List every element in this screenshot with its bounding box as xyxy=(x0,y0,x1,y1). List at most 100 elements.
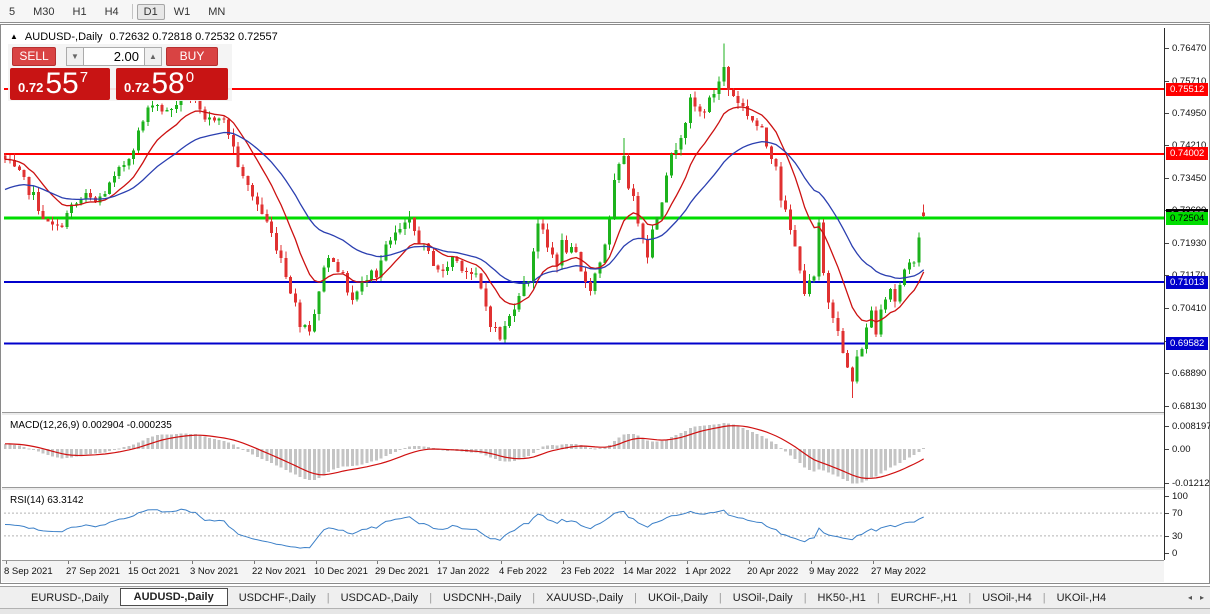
time-axis-tick xyxy=(6,561,7,564)
axis-tick-mark xyxy=(1165,373,1169,374)
one-click-trade-panel: SELL ▼ ▲ BUY 0.72 55 7 0.72 58 0 xyxy=(8,44,232,101)
sell-price-box[interactable]: 0.72 55 7 xyxy=(10,68,110,100)
volume-input[interactable] xyxy=(84,47,144,66)
buy-price-point: 0 xyxy=(185,69,195,86)
axis-tick-mark xyxy=(1165,449,1169,450)
rsi-tick-label: 70 xyxy=(1172,508,1183,519)
date-label: 27 Sep 2021 xyxy=(66,566,120,577)
chart-tab-audusd[interactable]: AUDUSD-,Daily xyxy=(119,588,228,606)
axis-tick-mark xyxy=(1165,406,1169,407)
rsi-tick-label: 100 xyxy=(1172,491,1188,502)
timeframe-button-w1[interactable]: W1 xyxy=(165,4,200,20)
timeframe-button-h1[interactable]: H1 xyxy=(64,4,96,20)
rsi-pane[interactable] xyxy=(4,492,1164,560)
time-axis-tick xyxy=(439,561,440,564)
time-axis: 8 Sep 2021 27 Sep 2021 15 Oct 2021 3 Nov 20… xyxy=(2,560,1164,582)
pane-divider[interactable] xyxy=(2,412,1208,416)
time-axis-tick xyxy=(192,561,193,564)
macd-tick-label: 0.008197 xyxy=(1172,421,1210,432)
chart-tab-ukoil[interactable]: UKOil-,H4 xyxy=(1046,590,1118,606)
axis-tick-mark xyxy=(1165,553,1169,554)
axis-tick-mark xyxy=(1165,536,1169,537)
price-level-badge: 0.74002 xyxy=(1166,147,1208,160)
date-label: 3 Nov 2021 xyxy=(190,566,239,577)
axis-tick-mark xyxy=(1165,483,1169,484)
price-tick-label: 0.68890 xyxy=(1172,368,1207,379)
time-axis-tick xyxy=(625,561,626,564)
volume-increase-button[interactable]: ▲ xyxy=(144,47,162,66)
time-axis-tick xyxy=(68,561,69,564)
macd-tick-label: -0.012121 xyxy=(1172,478,1210,489)
chart-tab-usdchf[interactable]: USDCHF-,Daily xyxy=(228,590,327,606)
timeframe-button-mn[interactable]: MN xyxy=(199,4,234,20)
buy-button[interactable]: BUY xyxy=(166,47,218,66)
price-tick-label: 0.76470 xyxy=(1172,43,1207,54)
date-label: 29 Dec 2021 xyxy=(375,566,429,577)
chart-tab-usdcad[interactable]: USDCAD-,Daily xyxy=(330,590,430,606)
date-label: 17 Jan 2022 xyxy=(437,566,490,577)
axis-tick-mark xyxy=(1165,81,1169,82)
timeframe-button-d1[interactable]: D1 xyxy=(136,3,165,20)
chart-tab-eurusd[interactable]: EURUSD-,Daily xyxy=(20,590,120,606)
time-axis-tick xyxy=(254,561,255,564)
price-axis: 0.764700.757100.749500.742100.734500.726… xyxy=(1164,28,1210,560)
sell-button[interactable]: SELL xyxy=(12,47,56,66)
chart-tab-usdcnh[interactable]: USDCNH-,Daily xyxy=(432,590,532,606)
chart-tab-hk50[interactable]: HK50-,H1 xyxy=(807,590,877,606)
buy-price-pips: 58 xyxy=(151,67,185,100)
axis-tick-mark xyxy=(1165,243,1169,244)
axis-tick-mark xyxy=(1165,178,1169,179)
price-level-badge: 0.71013 xyxy=(1166,276,1208,289)
date-label: 4 Feb 2022 xyxy=(499,566,548,577)
axis-tick-mark xyxy=(1165,426,1169,427)
time-axis-tick xyxy=(749,561,750,564)
axis-tick-mark xyxy=(1165,496,1169,497)
timeframe-button-h4[interactable]: H4 xyxy=(96,4,128,20)
date-label: 22 Nov 2021 xyxy=(252,566,306,577)
time-axis-tick xyxy=(130,561,131,564)
timeframe-button-5[interactable]: 5 xyxy=(0,4,24,20)
chart-header: ▲ AUDUSD-,Daily 0.72632 0.72818 0.72532 … xyxy=(10,31,278,43)
time-axis-tick xyxy=(501,561,502,564)
chevron-up-icon: ▲ xyxy=(149,52,157,61)
tab-scroll-left-icon[interactable]: ◂ xyxy=(1188,593,1192,602)
price-level-badge: 0.69582 xyxy=(1166,337,1208,350)
date-label: 10 Dec 2021 xyxy=(314,566,368,577)
chart-tab-xauusd[interactable]: XAUUSD-,Daily xyxy=(535,590,634,606)
date-label: 8 Sep 2021 xyxy=(4,566,53,577)
tab-scroll-right-icon[interactable]: ▸ xyxy=(1200,593,1204,602)
macd-pane[interactable] xyxy=(4,417,1164,487)
time-axis-tick xyxy=(811,561,812,564)
date-label: 20 Apr 2022 xyxy=(747,566,799,577)
buy-price-prefix: 0.72 xyxy=(124,80,150,95)
chart-tab-usoil[interactable]: USOil-,Daily xyxy=(722,590,804,606)
date-label: 23 Feb 2022 xyxy=(561,566,615,577)
rsi-tick-label: 30 xyxy=(1172,531,1183,542)
pane-divider[interactable] xyxy=(2,487,1208,491)
chart-tab-bar: EURUSD-,Daily AUDUSD-,Daily USDCHF-,Daily |… xyxy=(0,586,1210,608)
time-axis-tick xyxy=(687,561,688,564)
price-tick-label: 0.70410 xyxy=(1172,303,1207,314)
macd-label: MACD(12,26,9) 0.002904 -0.000235 xyxy=(10,420,172,431)
rsi-tick-label: 0 xyxy=(1172,548,1178,559)
axis-tick-mark xyxy=(1165,308,1169,309)
collapse-panel-icon[interactable]: ▲ xyxy=(10,32,18,41)
sell-price-pips: 55 xyxy=(45,67,79,100)
chart-symbol-title: AUDUSD-,Daily xyxy=(24,31,103,43)
chart-tab-ukoil[interactable]: UKOil-,Daily xyxy=(637,590,719,606)
time-axis-tick xyxy=(377,561,378,564)
chevron-down-icon: ▼ xyxy=(71,52,79,61)
price-tick-label: 0.73450 xyxy=(1172,173,1207,184)
price-tick-label: 0.74950 xyxy=(1172,108,1207,119)
volume-decrease-button[interactable]: ▼ xyxy=(66,47,84,66)
chart-tab-usoil[interactable]: USOil-,H4 xyxy=(971,590,1043,606)
mt4-window: 5 M30 H1 H4 D1 W1 MN MACD(12,26,9) 0.002904 -0… xyxy=(0,0,1210,614)
date-label: 14 Mar 2022 xyxy=(623,566,677,577)
timeframe-button-m30[interactable]: M30 xyxy=(24,4,63,20)
sell-price-point: 7 xyxy=(79,69,89,86)
date-label: 27 May 2022 xyxy=(871,566,926,577)
chart-tab-eurchf[interactable]: EURCHF-,H1 xyxy=(880,590,969,606)
time-axis-tick xyxy=(316,561,317,564)
buy-price-box[interactable]: 0.72 58 0 xyxy=(116,68,228,100)
timeframe-toolbar: 5 M30 H1 H4 D1 W1 MN xyxy=(0,0,1210,23)
